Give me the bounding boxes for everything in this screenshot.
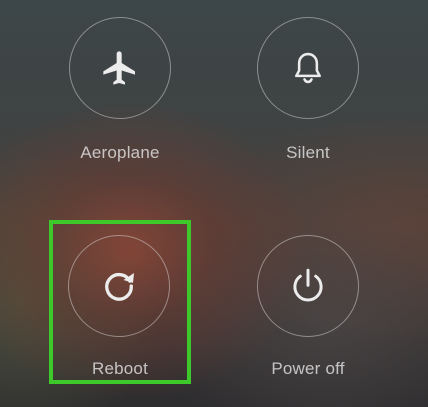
- aeroplane-toggle[interactable]: Aeroplane: [60, 17, 180, 172]
- reboot-button[interactable]: [68, 235, 170, 337]
- power-icon: [293, 268, 323, 302]
- silent-label: Silent: [286, 143, 330, 162]
- power-off-option[interactable]: Power off: [248, 235, 368, 385]
- reboot-option[interactable]: Reboot: [60, 235, 180, 385]
- airplane-icon: [103, 51, 135, 85]
- bell-icon: [295, 52, 321, 84]
- silent-button[interactable]: [257, 17, 359, 119]
- reboot-label: Reboot: [91, 359, 149, 378]
- silent-toggle[interactable]: Silent: [248, 17, 368, 172]
- aeroplane-label: Aeroplane: [80, 143, 160, 162]
- power-off-label: Power off: [271, 359, 345, 378]
- aeroplane-button[interactable]: [69, 17, 171, 119]
- refresh-icon: [105, 272, 135, 301]
- power-off-button[interactable]: [257, 235, 359, 337]
